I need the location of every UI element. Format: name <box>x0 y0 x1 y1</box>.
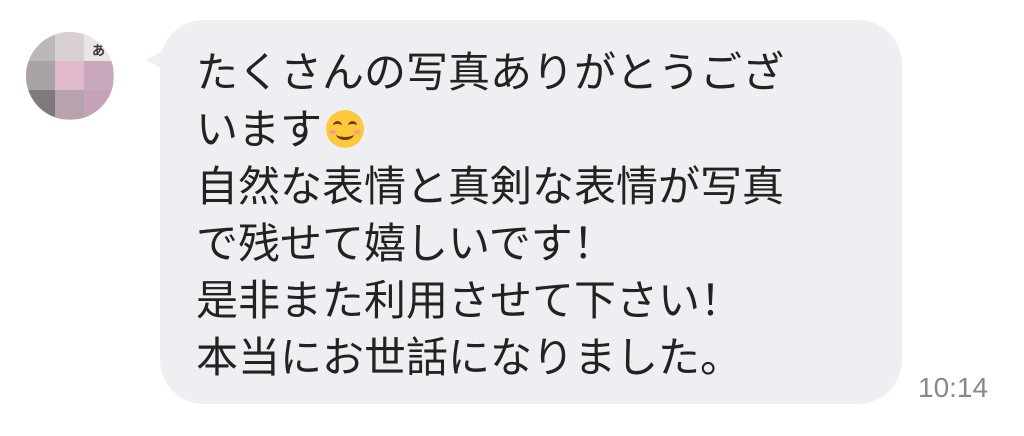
sender-avatar[interactable]: あ <box>26 32 114 120</box>
message-line: います <box>196 105 323 154</box>
avatar-pixel <box>84 61 113 90</box>
message-line: 本当にお世話になりました。 <box>196 333 743 382</box>
message-line: 自然な表情と真剣な表情が写真 <box>196 162 785 211</box>
message-line: たくさんの写真ありがとうござ <box>196 48 785 97</box>
message-line: で残せて嬉しいです！ <box>196 219 615 268</box>
avatar-pixel <box>26 90 55 119</box>
avatar-mark: あ <box>92 44 106 59</box>
message-text: たくさんの写真ありがとうござ います 自然な表情と真剣な表情が写真 で残せて嬉し… <box>196 44 886 386</box>
avatar-pixel <box>55 90 84 119</box>
avatar-pixel <box>26 32 55 61</box>
chat-screen: あ たくさんの写真ありがとうござ います 自然な表情と真剣な表情が写真 で残せて… <box>0 0 1024 436</box>
avatar-pixel <box>55 61 84 90</box>
avatar-pixel <box>84 90 113 119</box>
message-line: 是非また利用させて下さい！ <box>196 276 743 325</box>
avatar-pixel <box>26 61 55 90</box>
smiling-face-icon <box>326 110 365 148</box>
avatar-pixel <box>55 32 84 61</box>
message-timestamp: 10:14 <box>918 372 989 403</box>
